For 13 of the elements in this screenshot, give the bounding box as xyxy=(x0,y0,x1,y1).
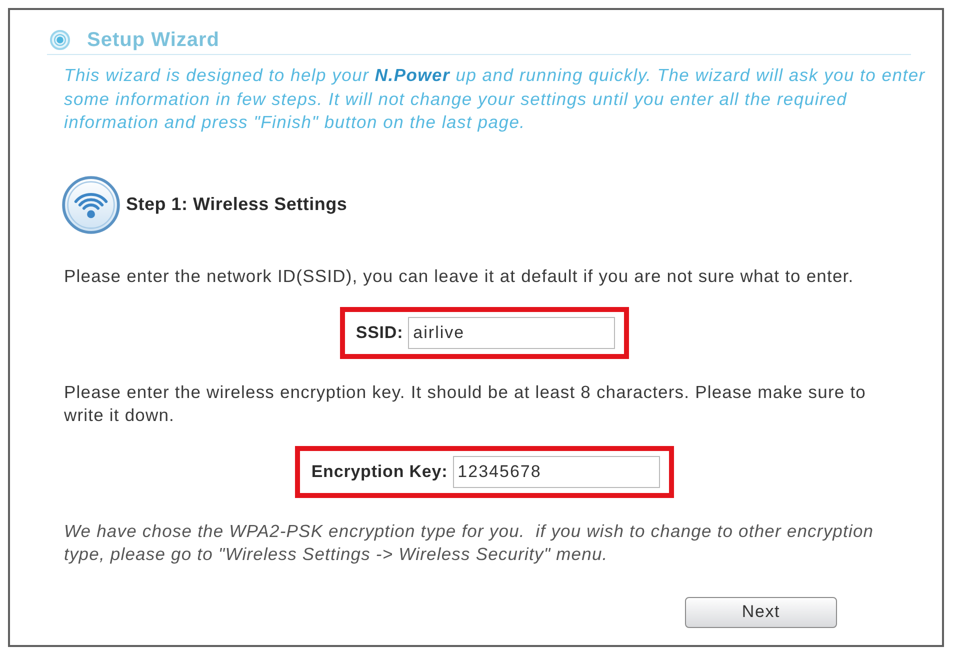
step-title: Step 1: Wireless Settings xyxy=(126,193,348,216)
instruction-text: Please enter the wireless encryption key. It should be at least 8 characters. Please make sure to write it down. xyxy=(64,381,868,427)
text-input[interactable]: airlive xyxy=(408,316,616,348)
field-label: SSID: xyxy=(356,322,404,344)
note-text: We have chose the WPA2-PSK encryption type for you. if you wish to change to other encryption type, please go to "Wireless Settings -> Wireless Security" menu. xyxy=(64,520,875,566)
wifi-icon xyxy=(62,176,120,234)
text-input[interactable]: 12345678 xyxy=(452,456,660,488)
field-label: Encryption Key: xyxy=(311,460,448,483)
wizard-title: Setup Wizard xyxy=(87,28,220,53)
target-icon xyxy=(50,30,70,50)
next-button[interactable]: Next xyxy=(685,596,837,628)
intro-text: This wizard is designed to help your N.Power up and running quickly. The wizard will ask you to enter some information in few steps. It will not change your settings until you enter all the required information and press "Finish" button on the last page. xyxy=(64,64,926,134)
instruction-text: Please enter the network ID(SSID), you can leave it at default if you are not sure what to enter. xyxy=(64,265,855,288)
